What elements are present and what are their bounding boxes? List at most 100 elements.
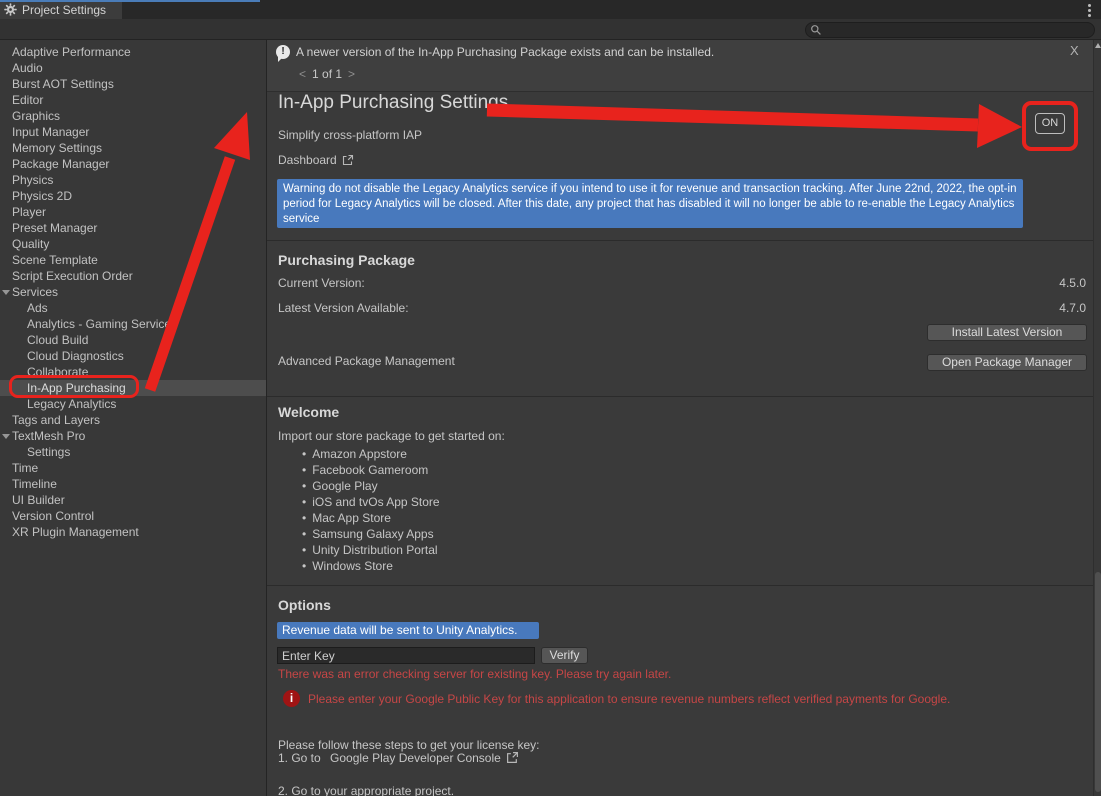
service-toggle-on-button[interactable]: ON	[1035, 113, 1065, 134]
banner-pager: < 1 of 1 >	[299, 67, 355, 81]
sidebar-item-input-manager[interactable]: Input Manager	[0, 124, 266, 140]
search-icon	[810, 24, 822, 36]
store-list-item: Facebook Gameroom	[302, 462, 440, 478]
sidebar-item-tags-and-layers[interactable]: Tags and Layers	[0, 412, 266, 428]
sidebar-item-services[interactable]: Services	[0, 284, 266, 300]
sidebar-item-cloud-build[interactable]: Cloud Build	[0, 332, 266, 348]
sidebar-item-preset-manager[interactable]: Preset Manager	[0, 220, 266, 236]
banner-close-button[interactable]: X	[1070, 43, 1079, 58]
sidebar-item-quality[interactable]: Quality	[0, 236, 266, 252]
sidebar-item-audio[interactable]: Audio	[0, 60, 266, 76]
sidebar-item-physics[interactable]: Physics	[0, 172, 266, 188]
sidebar-item-ads[interactable]: Ads	[0, 300, 266, 316]
sidebar-item-analytics-gaming-services[interactable]: Analytics - Gaming Services	[0, 316, 266, 332]
focus-highlight-line	[0, 0, 260, 2]
sidebar-item-label: Services	[12, 285, 58, 299]
sidebar-item-scene-template[interactable]: Scene Template	[0, 252, 266, 268]
sidebar-item-burst-aot-settings[interactable]: Burst AOT Settings	[0, 76, 266, 92]
sidebar-item-collaborate[interactable]: Collaborate	[0, 364, 266, 380]
page-title: In-App Purchasing Settings	[278, 92, 508, 114]
alert-bubble-icon: !	[276, 45, 292, 61]
store-list-item: Mac App Store	[302, 510, 440, 526]
store-list-item: Google Play	[302, 478, 440, 494]
license-steps-intro: Please follow these steps to get your li…	[278, 738, 539, 752]
section-separator	[267, 396, 1093, 397]
vertical-scrollbar[interactable]	[1093, 40, 1101, 796]
store-list-item: iOS and tvOs App Store	[302, 494, 440, 510]
legacy-analytics-warning-box: Warning do not disable the Legacy Analyt…	[277, 179, 1023, 228]
tab-strip: Project Settings	[0, 0, 1101, 19]
license-key-input[interactable]	[277, 647, 535, 664]
external-link-icon	[342, 154, 354, 169]
sidebar-item-cloud-diagnostics[interactable]: Cloud Diagnostics	[0, 348, 266, 364]
license-step-1: 1. Go to Google Play Developer Console	[278, 751, 519, 767]
project-settings-window: Project Settings Adaptive Performance Au…	[0, 0, 1101, 796]
welcome-heading: Welcome	[278, 404, 339, 420]
store-list: Amazon Appstore Facebook Gameroom Google…	[302, 446, 440, 574]
sidebar-item-package-manager[interactable]: Package Manager	[0, 156, 266, 172]
advanced-package-management-label: Advanced Package Management	[278, 354, 455, 368]
store-list-item: Unity Distribution Portal	[302, 542, 440, 558]
settings-category-sidebar: Adaptive Performance Audio Burst AOT Set…	[0, 40, 267, 796]
banner-message: A newer version of the In-App Purchasing…	[296, 45, 714, 59]
sidebar-item-label: TextMesh Pro	[12, 429, 85, 443]
dashboard-link-label: Dashboard	[278, 153, 337, 167]
external-link-icon[interactable]	[506, 751, 519, 767]
analytics-note-badge: Revenue data will be sent to Unity Analy…	[277, 622, 539, 639]
sidebar-item-physics-2d[interactable]: Physics 2D	[0, 188, 266, 204]
license-step-2: 2. Go to your appropriate project.	[278, 784, 454, 796]
store-list-item: Samsung Galaxy Apps	[302, 526, 440, 542]
current-version-label: Current Version:	[278, 276, 365, 290]
options-heading: Options	[278, 597, 331, 613]
scroll-up-arrow-icon[interactable]	[1095, 43, 1101, 48]
sidebar-item-script-execution-order[interactable]: Script Execution Order	[0, 268, 266, 284]
expander-triangle-icon[interactable]	[2, 434, 10, 439]
welcome-intro: Import our store package to get started …	[278, 429, 505, 443]
search-input[interactable]	[822, 23, 1090, 37]
purchasing-package-heading: Purchasing Package	[278, 252, 415, 268]
install-latest-version-button[interactable]: Install Latest Version	[927, 324, 1087, 341]
server-error-text: There was an error checking server for e…	[278, 667, 671, 681]
google-play-console-link[interactable]: Google Play Developer Console	[330, 751, 501, 765]
sidebar-item-timeline[interactable]: Timeline	[0, 476, 266, 492]
sidebar-item-textmesh-settings[interactable]: Settings	[0, 444, 266, 460]
verify-button[interactable]: Verify	[541, 647, 588, 664]
step-1-prefix: 1. Go to	[278, 751, 321, 765]
store-list-item: Amazon Appstore	[302, 446, 440, 462]
sidebar-item-time[interactable]: Time	[0, 460, 266, 476]
section-separator	[267, 240, 1093, 241]
gear-icon	[4, 3, 17, 16]
error-info-icon: i	[283, 690, 300, 707]
scrollbar-thumb[interactable]	[1095, 572, 1101, 792]
kebab-menu-icon[interactable]	[1083, 3, 1095, 17]
update-notification-banner: ! A newer version of the In-App Purchasi…	[267, 40, 1093, 92]
sidebar-item-xr-plugin-management[interactable]: XR Plugin Management	[0, 524, 266, 540]
google-key-warning-text: Please enter your Google Public Key for …	[308, 692, 950, 706]
sidebar-item-version-control[interactable]: Version Control	[0, 508, 266, 524]
sidebar-item-editor[interactable]: Editor	[0, 92, 266, 108]
current-version-value: 4.5.0	[1059, 276, 1086, 290]
pager-label: 1 of 1	[312, 67, 342, 81]
open-package-manager-button[interactable]: Open Package Manager	[927, 354, 1087, 371]
page-subtitle: Simplify cross-platform IAP	[278, 128, 422, 142]
sidebar-item-memory-settings[interactable]: Memory Settings	[0, 140, 266, 156]
in-app-purchasing-panel: ! A newer version of the In-App Purchasi…	[267, 40, 1093, 796]
sidebar-item-ui-builder[interactable]: UI Builder	[0, 492, 266, 508]
sidebar-item-player[interactable]: Player	[0, 204, 266, 220]
section-separator	[267, 585, 1093, 586]
tab-label: Project Settings	[22, 3, 106, 17]
latest-version-value: 4.7.0	[1059, 301, 1086, 315]
pager-next-button[interactable]: >	[348, 67, 355, 81]
tab-project-settings[interactable]: Project Settings	[0, 0, 122, 19]
store-list-item: Windows Store	[302, 558, 440, 574]
expander-triangle-icon[interactable]	[2, 290, 10, 295]
sidebar-item-textmesh-pro[interactable]: TextMesh Pro	[0, 428, 266, 444]
sidebar-item-graphics[interactable]: Graphics	[0, 108, 266, 124]
dashboard-link[interactable]: Dashboard	[278, 153, 354, 169]
sidebar-list: Adaptive Performance Audio Burst AOT Set…	[0, 44, 266, 540]
sidebar-item-adaptive-performance[interactable]: Adaptive Performance	[0, 44, 266, 60]
sidebar-item-legacy-analytics[interactable]: Legacy Analytics	[0, 396, 266, 412]
pager-prev-button[interactable]: <	[299, 67, 306, 81]
sidebar-item-in-app-purchasing[interactable]: In-App Purchasing	[0, 380, 266, 396]
search-field[interactable]	[805, 22, 1095, 38]
